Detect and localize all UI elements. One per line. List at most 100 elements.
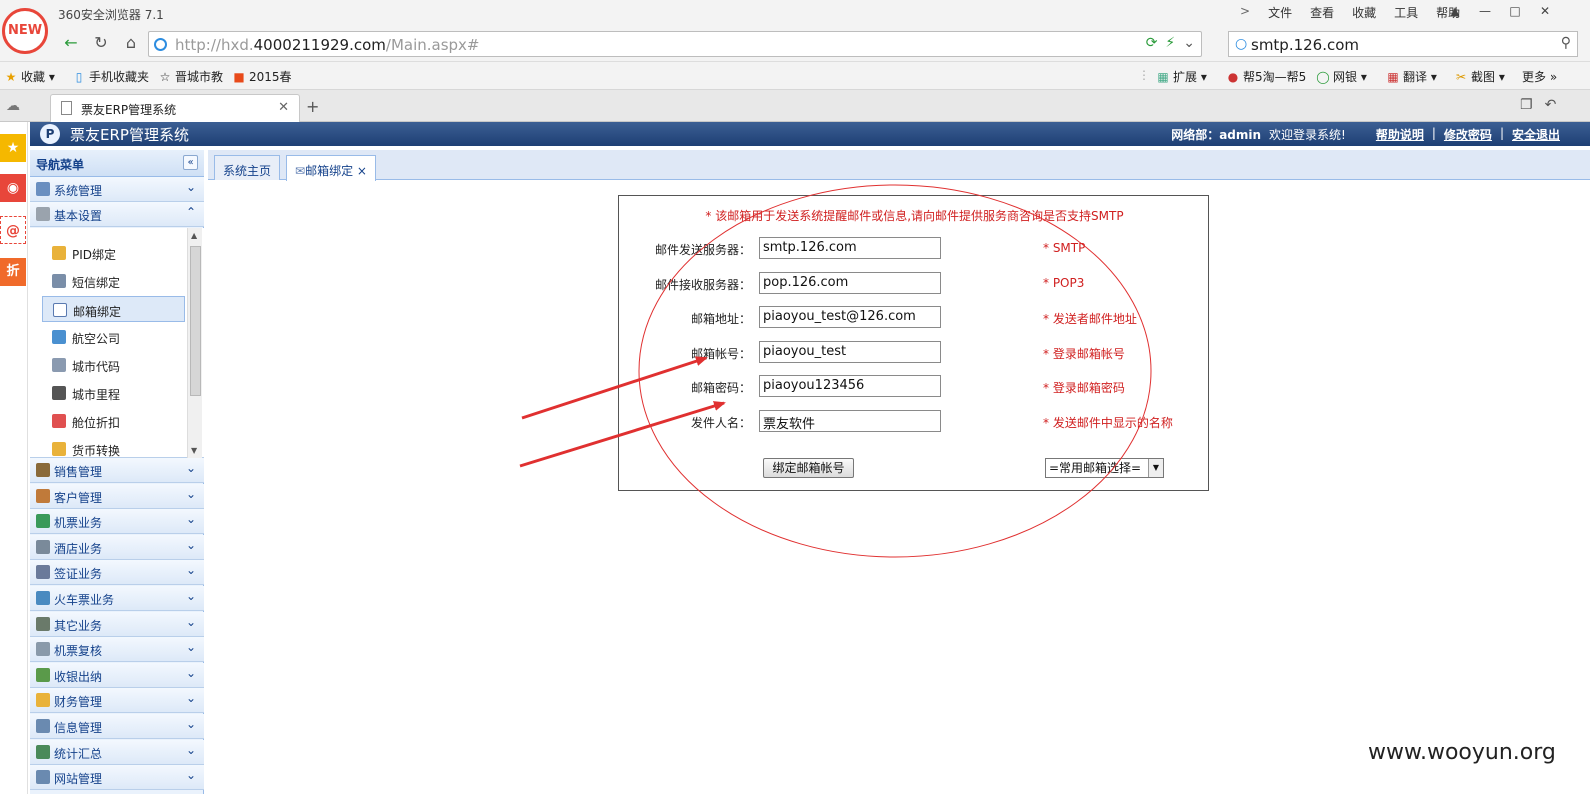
tab-email-binding[interactable]: ✉邮箱绑定 ×: [286, 155, 376, 181]
nav-group-item[interactable]: 签证业务 ⌄: [30, 560, 204, 586]
search-field[interactable]: ○ smtp.126.com ⚲: [1228, 31, 1578, 57]
nav-group-item[interactable]: 财务管理 ⌄: [30, 688, 204, 714]
form-input[interactable]: piaoyou_test: [759, 340, 941, 363]
maximize-button[interactable]: □: [1500, 0, 1530, 22]
url-field[interactable]: http://hxd.4000211929.com/Main.aspx# ⟳ ⚡…: [148, 31, 1202, 57]
toolbar-bang5[interactable]: ● 帮5淘—帮5: [1226, 68, 1307, 85]
collapse-icon[interactable]: «: [183, 155, 198, 170]
scrollbar-thumb[interactable]: [190, 246, 201, 396]
nav-menu: 导航菜单 « 系统管理 ⌄ 基本设置 ⌃ PID绑定 短信绑定 邮箱绑定 航空公…: [30, 150, 204, 794]
nav-group-icon: [36, 770, 50, 785]
back-arrow-icon[interactable]: ←: [60, 32, 82, 54]
nav-group-item[interactable]: 信息管理 ⌄: [30, 714, 204, 739]
change-password-link[interactable]: 修改密码: [1444, 126, 1492, 143]
nav-group-item[interactable]: 客户管理 ⌄: [30, 483, 204, 509]
browser-logo-new-badge[interactable]: NEW: [2, 8, 48, 54]
tab-list-icon[interactable]: ❐: [1520, 97, 1533, 113]
bookmark-2015[interactable]: ■ 2015春: [232, 68, 291, 85]
toolbar-translate[interactable]: ▦ 翻译 ▾: [1386, 68, 1437, 85]
speed-mode-icon[interactable]: ⚡: [1165, 35, 1175, 51]
refresh-icon[interactable]: ↻: [90, 32, 112, 54]
nav-item-pid[interactable]: PID绑定: [42, 240, 185, 266]
menu-tools[interactable]: 工具: [1394, 4, 1418, 21]
browser-tab-active[interactable]: 票友ERP管理系统 ✕: [50, 94, 300, 122]
chevron-down-icon[interactable]: ▼: [1148, 459, 1163, 477]
submenu-scrollbar[interactable]: ▲ ▼: [187, 228, 202, 458]
window-controls: ▲ — □ ✕: [1440, 0, 1560, 22]
nav-group-item[interactable]: 火车票业务 ⌄: [30, 586, 204, 611]
mailbox-select-value: =常用邮箱选择=: [1049, 461, 1142, 475]
form-input[interactable]: pop.126.com: [759, 271, 941, 294]
toolbar-screenshot[interactable]: ✂ 截图 ▾: [1454, 68, 1505, 85]
heart-icon: [52, 414, 66, 428]
nav-item-city-code[interactable]: 城市代码: [42, 352, 185, 378]
nav-group-item[interactable]: 机票复核 ⌄: [30, 637, 204, 663]
nav-item-sms[interactable]: 短信绑定: [42, 268, 185, 294]
search-engine-icon[interactable]: ○: [1235, 36, 1247, 52]
nav-group-icon: [36, 744, 50, 759]
form-input[interactable]: smtp.126.com: [759, 237, 941, 259]
email-binding-form: * 该邮箱用于发送系统提醒邮件或信息,请向邮件提供服务商咨询是否支持SMTP 邮…: [618, 195, 1209, 491]
toolbar-extensions[interactable]: ▦ 扩展 ▾: [1156, 68, 1207, 85]
toolbar-more[interactable]: 更多 »: [1522, 68, 1557, 85]
menu-favorites[interactable]: 收藏: [1352, 4, 1376, 21]
nav-group-item[interactable]: 统计汇总 ⌄: [30, 739, 204, 765]
nav-item-cabin-discount[interactable]: 舱位折扣: [42, 408, 185, 434]
security-check-icon[interactable]: ⟳: [1146, 35, 1158, 51]
help-link[interactable]: 帮助说明: [1376, 126, 1424, 143]
nav-item-email[interactable]: 邮箱绑定: [42, 296, 185, 322]
form-label: 邮箱帐号：: [690, 346, 751, 361]
nav-group-item[interactable]: 收银出纳 ⌄: [30, 662, 204, 688]
chevron-down-icon: ⌄: [185, 691, 196, 706]
app-logo-icon: P: [40, 124, 60, 144]
nav-item-city-mileage[interactable]: 城市里程: [42, 380, 185, 406]
cloud-icon[interactable]: ☁: [6, 98, 20, 114]
nav-group-item[interactable]: 网站管理 ⌄: [30, 765, 204, 791]
menu-view[interactable]: 查看: [1310, 4, 1334, 21]
scroll-up-icon[interactable]: ▲: [191, 231, 197, 240]
bookmark-favorites[interactable]: ★ 收藏 ▾: [4, 68, 55, 85]
sidebar-weibo-icon[interactable]: ◉: [0, 174, 26, 202]
sidebar-discount-icon[interactable]: 折: [0, 258, 26, 286]
nav-item-currency[interactable]: 货币转换: [42, 436, 185, 458]
chevron-right-icon[interactable]: >: [1240, 4, 1250, 21]
menu-file[interactable]: 文件: [1268, 4, 1292, 21]
mailbox-select[interactable]: =常用邮箱选择= ▼: [1045, 458, 1164, 478]
bind-email-button[interactable]: 绑定邮箱帐号: [763, 458, 854, 478]
close-button[interactable]: ✕: [1530, 0, 1560, 22]
tab-close-icon[interactable]: ×: [357, 164, 367, 178]
tab-close-icon[interactable]: ✕: [278, 100, 289, 115]
toolbar-bank[interactable]: ◯ 网银 ▾: [1316, 68, 1367, 85]
search-icon[interactable]: ⚲: [1561, 35, 1571, 51]
nav-group-item[interactable]: 酒店业务 ⌄: [30, 534, 204, 560]
form-input[interactable]: 票友软件: [759, 410, 941, 432]
nav-group-basic-settings[interactable]: 基本设置 ⌃: [30, 202, 204, 227]
chevron-down-icon: ⌄: [185, 180, 196, 194]
scroll-down-icon[interactable]: ▼: [191, 446, 197, 455]
tab-system-home[interactable]: 系统主页: [214, 155, 281, 180]
nav-item-airline[interactable]: 航空公司: [42, 324, 185, 350]
nav-item-label: 航空公司: [72, 332, 121, 346]
form-input[interactable]: piaoyou123456: [759, 375, 941, 398]
home-icon[interactable]: ⌂: [120, 32, 142, 54]
sidebar-favorites-icon[interactable]: ★: [0, 134, 26, 162]
nav-group-item[interactable]: 销售管理 ⌄: [30, 458, 204, 483]
logout-link[interactable]: 安全退出: [1512, 126, 1560, 143]
separator: |: [1499, 126, 1504, 140]
nav-group-system[interactable]: 系统管理 ⌄: [30, 177, 204, 202]
skin-icon[interactable]: ▲: [1440, 0, 1470, 22]
app-header: P 票友ERP管理系统 网络部：admin 欢迎登录系统! 帮助说明 | 修改密…: [30, 122, 1590, 146]
nav-group-item[interactable]: 其它业务 ⌄: [30, 611, 204, 637]
form-input[interactable]: piaoyou_test@126.com: [759, 306, 941, 329]
bookmark-mobile[interactable]: ▯ 手机收藏夹: [72, 68, 149, 85]
separator-dots: ⋮: [1138, 68, 1150, 82]
sidebar-mail-icon[interactable]: @: [0, 216, 26, 244]
new-tab-button[interactable]: +: [306, 97, 319, 116]
chevron-down-icon[interactable]: ⌄: [1183, 35, 1195, 51]
undo-close-icon[interactable]: ↶: [1545, 97, 1557, 113]
bookmark-jincheng[interactable]: ☆ 晋城市教: [158, 68, 223, 85]
nav-group-label: 系统管理: [54, 184, 103, 198]
watermark: www.wooyun.org: [1368, 740, 1556, 765]
minimize-button[interactable]: —: [1470, 0, 1500, 22]
nav-group-item[interactable]: 机票业务 ⌄: [30, 509, 204, 535]
